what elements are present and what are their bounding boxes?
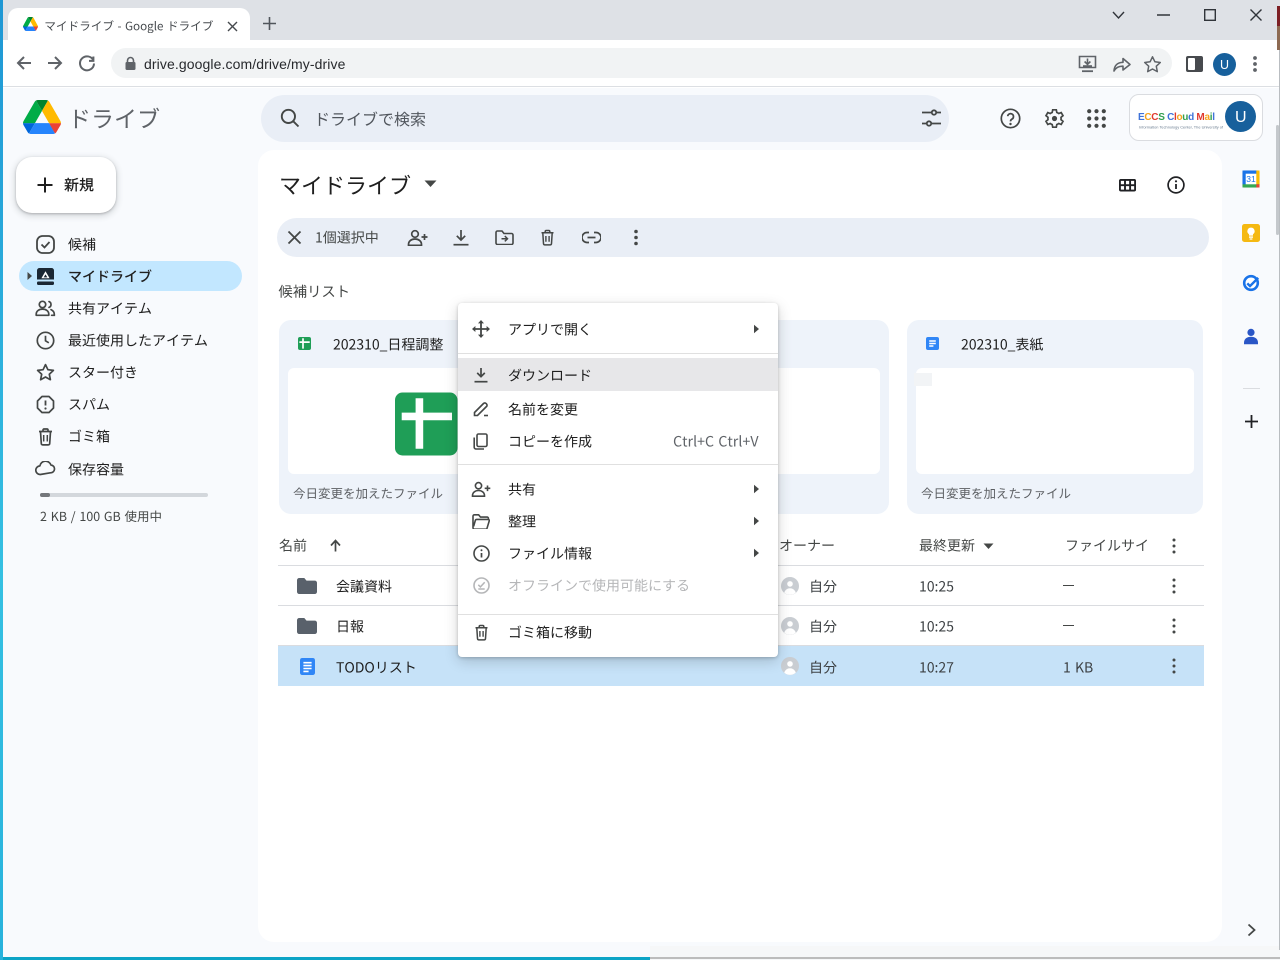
svg-text:Information Technology Center,: Information Technology Center, The Unive… [1139,125,1223,130]
svg-text:31: 31 [1246,174,1256,184]
